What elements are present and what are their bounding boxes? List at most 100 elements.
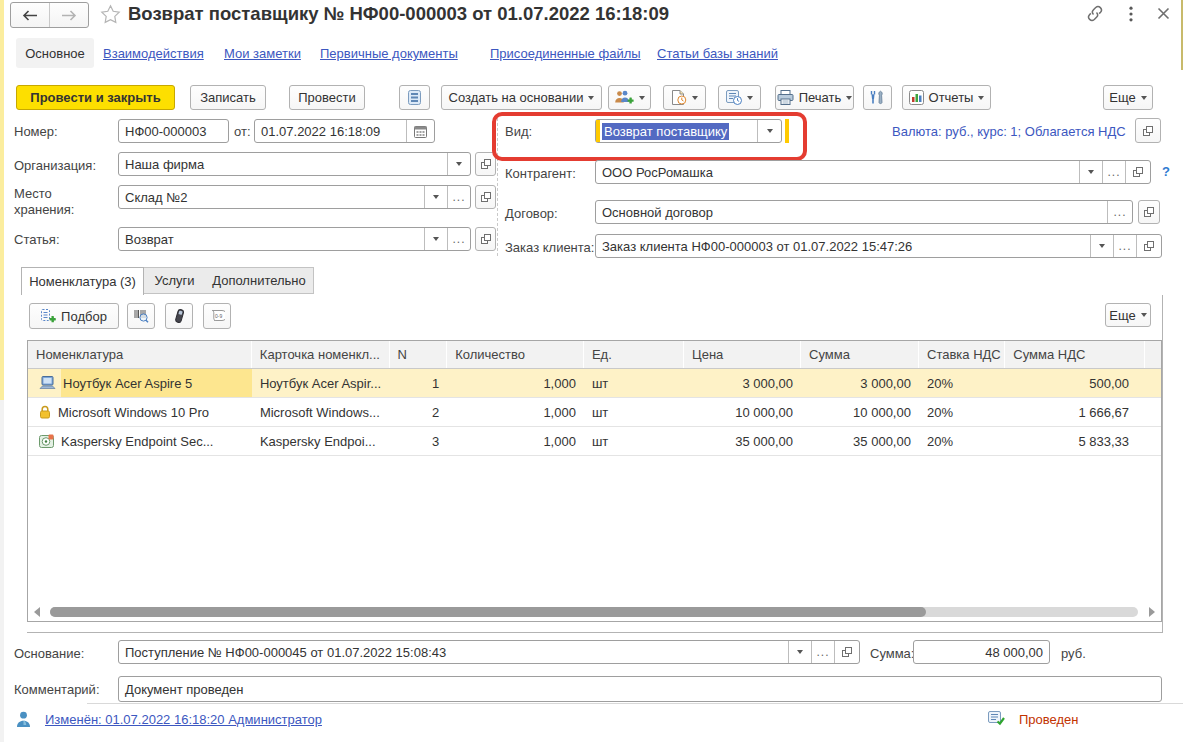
contractor-field[interactable]: ООО РосРомашка ... <box>595 160 1151 184</box>
cell--fill[interactable] <box>1145 398 1161 426</box>
more-actions-button[interactable]: Еще <box>1103 85 1153 110</box>
nav-link-interactions[interactable]: Взаимодействия <box>103 46 204 61</box>
cell-name[interactable]: Ноутбук Acer Aspire 5 <box>28 369 252 397</box>
cell-card[interactable]: Ноутбук Acer Aspir... <box>252 369 390 397</box>
date-field[interactable]: 01.07.2022 16:18:09 <box>254 119 435 143</box>
post-and-close-button[interactable]: Провести и закрыть <box>16 85 175 110</box>
contractor-list-button[interactable]: ... <box>1102 161 1125 183</box>
column-header-name[interactable]: Номенклатура <box>28 341 252 368</box>
cell-n[interactable]: 3 <box>390 427 448 455</box>
column-header-card[interactable]: Карточка номенкл... <box>252 341 390 368</box>
cell-name[interactable]: Kaspersky Endpoint Sec... <box>28 427 252 455</box>
cell-price[interactable]: 10 000,00 <box>684 398 801 426</box>
cell-vat-rate[interactable]: 20% <box>919 427 1005 455</box>
scroll-right-arrow[interactable] <box>1149 607 1155 617</box>
nav-link-my-notes[interactable]: Мои заметки <box>224 46 301 61</box>
cell-unit[interactable]: шт <box>584 369 684 397</box>
base-field[interactable]: Поступление № НФ00-000045 от 01.07.2022 … <box>118 640 860 664</box>
document-tasks-button[interactable] <box>663 85 706 110</box>
cell-price[interactable]: 35 000,00 <box>684 427 801 455</box>
reminders-button[interactable] <box>718 85 761 110</box>
cell--fill[interactable] <box>1145 369 1161 397</box>
close-icon[interactable] <box>1157 7 1170 23</box>
barcode-scanner-button[interactable] <box>165 303 193 329</box>
cell-vat-rate[interactable]: 20% <box>919 369 1005 397</box>
price-checker-button[interactable]: 0-9 <box>203 303 231 329</box>
column-header-n[interactable]: N <box>390 341 448 368</box>
article-dropdown-button[interactable] <box>424 228 447 250</box>
tab-nomenclature[interactable]: Номенклатура (3) <box>21 267 144 295</box>
base-dropdown-button[interactable] <box>788 641 811 663</box>
create-based-on-button[interactable]: Создать на основании <box>441 85 602 110</box>
warehouse-list-button[interactable]: ... <box>447 186 470 208</box>
sum-field[interactable]: 48 000,00 <box>913 640 1050 664</box>
cell-qty[interactable]: 1,000 <box>447 427 584 455</box>
column-header-vat-rate[interactable]: Ставка НДС <box>919 341 1005 368</box>
cell--fill[interactable] <box>1145 427 1161 455</box>
column-header-sum[interactable]: Сумма <box>801 341 919 368</box>
cell-unit[interactable]: шт <box>584 427 684 455</box>
contractor-dropdown-button[interactable] <box>1079 161 1102 183</box>
cell-price[interactable]: 3 000,00 <box>684 369 801 397</box>
table-row[interactable]: Microsoft Windows 10 ProMicrosoft Window… <box>28 398 1161 427</box>
cell-sum[interactable]: 10 000,00 <box>801 398 919 426</box>
cell-card[interactable]: Kaspersky Endpoi... <box>252 427 390 455</box>
scroll-left-arrow[interactable] <box>34 607 40 617</box>
table-row[interactable]: Kaspersky Endpoint Sec...Kaspersky Endpo… <box>28 427 1161 456</box>
pick-button[interactable]: Подбор <box>29 303 119 329</box>
contact-actions-button[interactable] <box>608 85 651 110</box>
cell-name[interactable]: Microsoft Windows 10 Pro <box>28 398 252 426</box>
cell-unit[interactable]: шт <box>584 398 684 426</box>
currency-info-link[interactable]: Валюта: руб., курс: 1; Облагается НДС <box>892 124 1126 139</box>
customer-order-dropdown-button[interactable] <box>1090 235 1113 257</box>
cell-n[interactable]: 2 <box>390 398 448 426</box>
register-records-button[interactable] <box>399 85 430 110</box>
table-more-button[interactable]: Еще <box>1105 303 1151 327</box>
cell-card[interactable]: Microsoft Windows... <box>252 398 390 426</box>
article-open-button[interactable] <box>475 227 496 251</box>
cell-vat-sum[interactable]: 5 833,33 <box>1005 427 1145 455</box>
cell-qty[interactable]: 1,000 <box>447 398 584 426</box>
base-list-button[interactable]: ... <box>811 641 834 663</box>
more-menu-dots-icon[interactable] <box>1128 6 1134 25</box>
contract-list-button[interactable]: ... <box>1107 201 1132 223</box>
column-header-unit[interactable]: Ед. <box>584 341 684 368</box>
contractor-help-link[interactable]: ? <box>1162 164 1170 179</box>
comment-field[interactable]: Документ проведен <box>118 676 1162 702</box>
article-field[interactable]: Возврат ... <box>118 227 471 251</box>
forward-button[interactable] <box>50 3 88 27</box>
print-button[interactable]: Печать <box>775 85 854 110</box>
number-field[interactable]: НФ00-000003 <box>118 119 229 143</box>
cell-vat-rate[interactable]: 20% <box>919 398 1005 426</box>
column-header-price[interactable]: Цена <box>684 341 801 368</box>
contract-field[interactable]: Основной договор ... <box>595 200 1133 224</box>
change-form-button[interactable] <box>863 85 892 110</box>
contractor-open-button[interactable] <box>1125 161 1150 183</box>
reports-button[interactable]: Отчеты <box>902 85 991 110</box>
customer-order-open-button[interactable] <box>1136 235 1161 257</box>
save-button[interactable]: Записать <box>190 85 266 110</box>
get-link-icon[interactable] <box>1086 5 1104 25</box>
nav-link-attached-files[interactable]: Присоединенные файлы <box>490 46 641 61</box>
table-row[interactable]: Ноутбук Acer Aspire 5Ноутбук Acer Aspir.… <box>28 369 1161 398</box>
calendar-button[interactable] <box>406 120 434 142</box>
nav-link-primary-docs[interactable]: Первичные документы <box>320 46 458 61</box>
column-header-vat-sum[interactable]: Сумма НДС <box>1005 341 1145 368</box>
organization-field[interactable]: Наша фирма <box>118 152 471 176</box>
scroll-thumb[interactable] <box>50 607 926 617</box>
back-button[interactable] <box>11 3 50 27</box>
cell-vat-sum[interactable]: 1 666,67 <box>1005 398 1145 426</box>
cell-vat-sum[interactable]: 500,00 <box>1005 369 1145 397</box>
warehouse-dropdown-button[interactable] <box>424 186 447 208</box>
tab-additional[interactable]: Дополнительно <box>205 267 314 294</box>
contract-open-button[interactable] <box>1138 200 1160 224</box>
cell-sum[interactable]: 3 000,00 <box>801 369 919 397</box>
column-header--fill[interactable] <box>1145 341 1161 368</box>
warehouse-open-button[interactable] <box>475 185 496 209</box>
tab-main[interactable]: Основное <box>16 38 94 68</box>
table-hscrollbar[interactable] <box>34 606 1155 618</box>
base-open-button[interactable] <box>834 641 859 663</box>
currency-open-button[interactable] <box>1135 118 1161 143</box>
cell-n[interactable]: 1 <box>390 369 448 397</box>
customer-order-field[interactable]: Заказ клиента НФ00-000003 от 01.07.2022 … <box>595 234 1162 258</box>
